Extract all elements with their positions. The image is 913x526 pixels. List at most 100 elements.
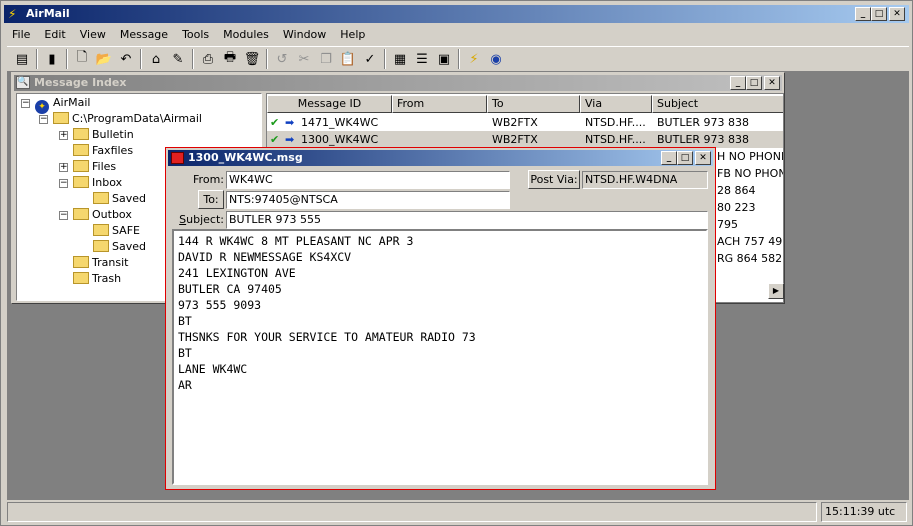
tree-node-files[interactable]: Files: [73, 159, 116, 175]
sent-check-icon: ✔: [270, 133, 280, 146]
index-maximize-button[interactable]: □: [746, 76, 762, 90]
close-button[interactable]: ✕: [889, 7, 905, 21]
column-header-to[interactable]: To: [487, 95, 580, 113]
folder-icon: [73, 256, 89, 268]
cut-icon[interactable]: ✂: [293, 48, 315, 70]
airmail-logo-icon: ⚡: [8, 7, 17, 21]
lightning-icon[interactable]: ⚡: [463, 48, 485, 70]
menu-file[interactable]: File: [4, 26, 36, 44]
toolbar-separator: [384, 49, 386, 69]
app-titlebar[interactable]: ⚡ AirMail _ □ ✕: [4, 5, 909, 23]
column-header-subject[interactable]: Subject: [652, 95, 783, 113]
tree-node-inbox[interactable]: Inbox: [73, 175, 122, 191]
print-icon[interactable]: 🖶: [219, 48, 241, 70]
folder-icon: [53, 112, 69, 124]
menu-window[interactable]: Window: [275, 26, 332, 44]
globe-icon[interactable]: ◉: [485, 48, 507, 70]
print-preview-icon[interactable]: ⎙: [197, 48, 219, 70]
row-subject-partial: H NO PHONE: [717, 150, 784, 163]
scroll-right-icon[interactable]: ▶: [768, 283, 784, 299]
menu-modules[interactable]: Modules: [215, 26, 275, 44]
tree-node-faxfiles[interactable]: Faxfiles: [73, 143, 133, 159]
tree-node-programdata[interactable]: C:\ProgramData\Airmail: [53, 111, 202, 127]
book-icon[interactable]: ▮: [41, 48, 63, 70]
tree-collapse-icon[interactable]: −: [21, 99, 30, 108]
message-icon: [171, 152, 184, 164]
tree-node-outbox[interactable]: Outbox: [73, 207, 132, 223]
message-index-title: Message Index: [34, 76, 127, 89]
index-close-button[interactable]: ✕: [764, 76, 780, 90]
status-panel: [7, 502, 817, 522]
tree-node-safe[interactable]: SAFE: [93, 223, 140, 239]
copy-icon[interactable]: ❐: [315, 48, 337, 70]
outgoing-arrow-icon: ➡: [285, 116, 295, 129]
delete-icon[interactable]: 🗑: [241, 48, 263, 70]
tree-node-airmail[interactable]: ✦ AirMail: [35, 95, 90, 114]
index-window-controls: _ □ ✕: [730, 76, 780, 90]
menu-help[interactable]: Help: [332, 26, 371, 44]
toolbar-separator: [140, 49, 142, 69]
minimize-button[interactable]: _: [855, 7, 871, 21]
globe-icon: ✦: [35, 100, 49, 114]
message-body[interactable]: 144 R WK4WC 8 MT PLEASANT NC APR 3 DAVID…: [172, 229, 708, 485]
open-folder-icon[interactable]: 📂: [93, 48, 115, 70]
folder-icon: [73, 176, 89, 188]
tree-node-trash[interactable]: Trash: [73, 271, 121, 287]
new-message-icon[interactable]: 🗋: [71, 48, 93, 70]
tree-node-inbox-saved[interactable]: Saved: [93, 191, 146, 207]
menu-message[interactable]: Message: [112, 26, 174, 44]
list-icon[interactable]: ☰: [411, 48, 433, 70]
table-row[interactable]: ✔ ➡ 1471_WK4WC WB2FTX NTSD.HF.... BUTLER…: [267, 114, 783, 131]
to-button[interactable]: To:: [198, 190, 224, 209]
message-window-titlebar[interactable]: 1300_WK4WC.msg _ □ ✕: [168, 150, 713, 166]
column-header-from[interactable]: From: [392, 95, 487, 113]
message-close-button[interactable]: ✕: [695, 151, 711, 165]
message-maximize-button[interactable]: □: [677, 151, 693, 165]
table-row[interactable]: ✔ ➡ 1300_WK4WC WB2FTX NTSD.HF.... BUTLER…: [267, 131, 783, 148]
subject-field[interactable]: BUTLER 973 555: [226, 211, 708, 229]
toolbar-separator: [192, 49, 194, 69]
edit-icon[interactable]: ✎: [167, 48, 189, 70]
from-field[interactable]: WK4WC: [226, 171, 510, 189]
column-header-via[interactable]: Via: [580, 95, 652, 113]
row-subject-partial: 795: [717, 218, 738, 231]
maximize-button[interactable]: □: [871, 7, 887, 21]
tree-node-bulletin[interactable]: Bulletin: [73, 127, 134, 143]
toolbar-separator: [36, 49, 38, 69]
message-minimize-button[interactable]: _: [661, 151, 677, 165]
tree-node-transit[interactable]: Transit: [73, 255, 128, 271]
menu-tools[interactable]: Tools: [174, 26, 215, 44]
menu-view[interactable]: View: [72, 26, 112, 44]
message-index-titlebar[interactable]: 🔍 Message Index _ □ ✕: [14, 75, 782, 91]
message-index-icon: 🔍: [16, 76, 30, 89]
post-via-button[interactable]: Post Via:: [528, 170, 580, 189]
folder-icon: [73, 160, 89, 172]
tree-collapse-icon[interactable]: −: [39, 115, 48, 124]
index-icon[interactable]: ▦: [389, 48, 411, 70]
trash-can-icon[interactable]: ⌂: [145, 48, 167, 70]
reply-icon[interactable]: ↶: [115, 48, 137, 70]
tree-expand-icon[interactable]: +: [59, 131, 68, 140]
spellcheck-icon[interactable]: ✓: [359, 48, 381, 70]
status-time: 15:11:39 utc: [821, 502, 907, 522]
paste-icon[interactable]: 📋: [337, 48, 359, 70]
tree-node-outbox-saved[interactable]: Saved: [93, 239, 146, 255]
window-icon[interactable]: ▣: [433, 48, 455, 70]
message-window-controls: _ □ ✕: [661, 151, 711, 165]
tree-expand-icon[interactable]: +: [59, 163, 68, 172]
folder-tree-icon[interactable]: ▤: [11, 48, 33, 70]
to-field[interactable]: NTS:97405@NTSCA: [226, 191, 510, 209]
menu-edit[interactable]: Edit: [36, 26, 71, 44]
folder-icon: [73, 272, 89, 284]
row-subject-partial: 28 864: [717, 184, 756, 197]
tree-collapse-icon[interactable]: −: [59, 211, 68, 220]
undo-icon[interactable]: ↺: [271, 48, 293, 70]
post-via-field[interactable]: NTSD.HF.W4DNA: [582, 171, 708, 189]
index-minimize-button[interactable]: _: [730, 76, 746, 90]
outgoing-arrow-icon: ➡: [285, 133, 295, 146]
tree-collapse-icon[interactable]: −: [59, 179, 68, 188]
folder-icon: [93, 224, 109, 236]
column-header-message-id[interactable]: Message ID: [267, 95, 392, 113]
menu-bar: File Edit View Message Tools Modules Win…: [4, 25, 371, 45]
sent-check-icon: ✔: [270, 116, 280, 129]
